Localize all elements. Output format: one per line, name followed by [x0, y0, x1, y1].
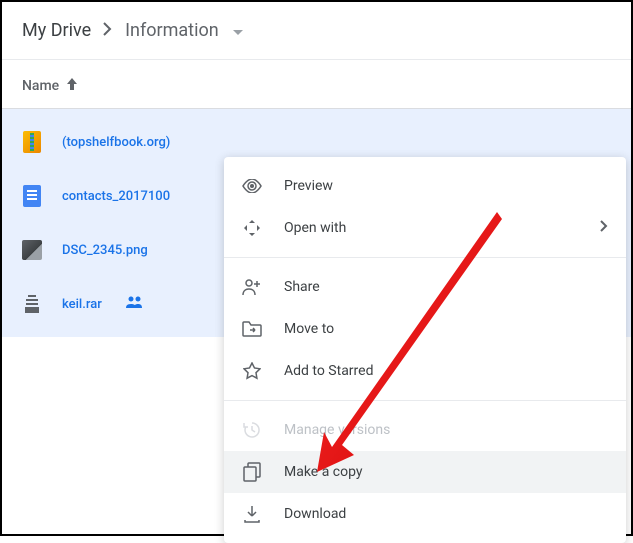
dropdown-icon[interactable]: [233, 21, 243, 40]
context-menu: Preview Open with Share Move to Add to S…: [224, 157, 626, 543]
shared-icon: [126, 296, 144, 312]
menu-label: Make a copy: [284, 464, 363, 480]
file-name: DSC_2345.png: [62, 243, 148, 258]
menu-label: Download: [284, 506, 346, 522]
menu-open-with[interactable]: Open with: [224, 207, 626, 249]
star-icon: [242, 361, 262, 381]
menu-label: Preview: [284, 178, 333, 194]
menu-manage-versions: Manage versions: [224, 409, 626, 451]
copy-icon: [242, 462, 262, 482]
menu-add-to-starred[interactable]: Add to Starred: [224, 350, 626, 392]
open-with-icon: [242, 218, 262, 238]
rar-file-icon: [22, 292, 42, 316]
sort-arrow-up-icon: [67, 78, 77, 94]
menu-label: Share: [284, 279, 320, 295]
breadcrumb-root[interactable]: My Drive: [22, 20, 91, 41]
menu-move-to[interactable]: Move to: [224, 308, 626, 350]
zip-file-icon: [22, 130, 42, 154]
menu-preview[interactable]: Preview: [224, 165, 626, 207]
history-icon: [242, 420, 262, 440]
eye-icon: [242, 176, 262, 196]
menu-divider: [224, 400, 626, 401]
menu-label: Move to: [284, 321, 334, 337]
menu-label: Manage versions: [284, 422, 390, 438]
file-name: keil.rar: [62, 297, 102, 312]
menu-divider: [224, 257, 626, 258]
breadcrumb: My Drive Information: [2, 2, 631, 60]
menu-make-a-copy[interactable]: Make a copy: [224, 451, 626, 493]
chevron-right-icon: [600, 220, 608, 236]
menu-label: Add to Starred: [284, 363, 373, 379]
breadcrumb-current[interactable]: Information: [125, 20, 219, 41]
menu-download[interactable]: Download: [224, 493, 626, 535]
menu-share[interactable]: Share: [224, 266, 626, 308]
file-name: (topshelfbook.org): [62, 135, 170, 150]
image-file-icon: [22, 238, 42, 262]
file-name: contacts_2017100: [62, 189, 170, 204]
name-column-label: Name: [22, 78, 59, 94]
folder-move-icon: [242, 319, 262, 339]
menu-label: Open with: [284, 220, 346, 236]
doc-file-icon: [22, 184, 42, 208]
column-header[interactable]: Name: [2, 60, 631, 109]
chevron-right-icon: [103, 21, 113, 40]
download-icon: [242, 504, 262, 524]
share-icon: [242, 277, 262, 297]
